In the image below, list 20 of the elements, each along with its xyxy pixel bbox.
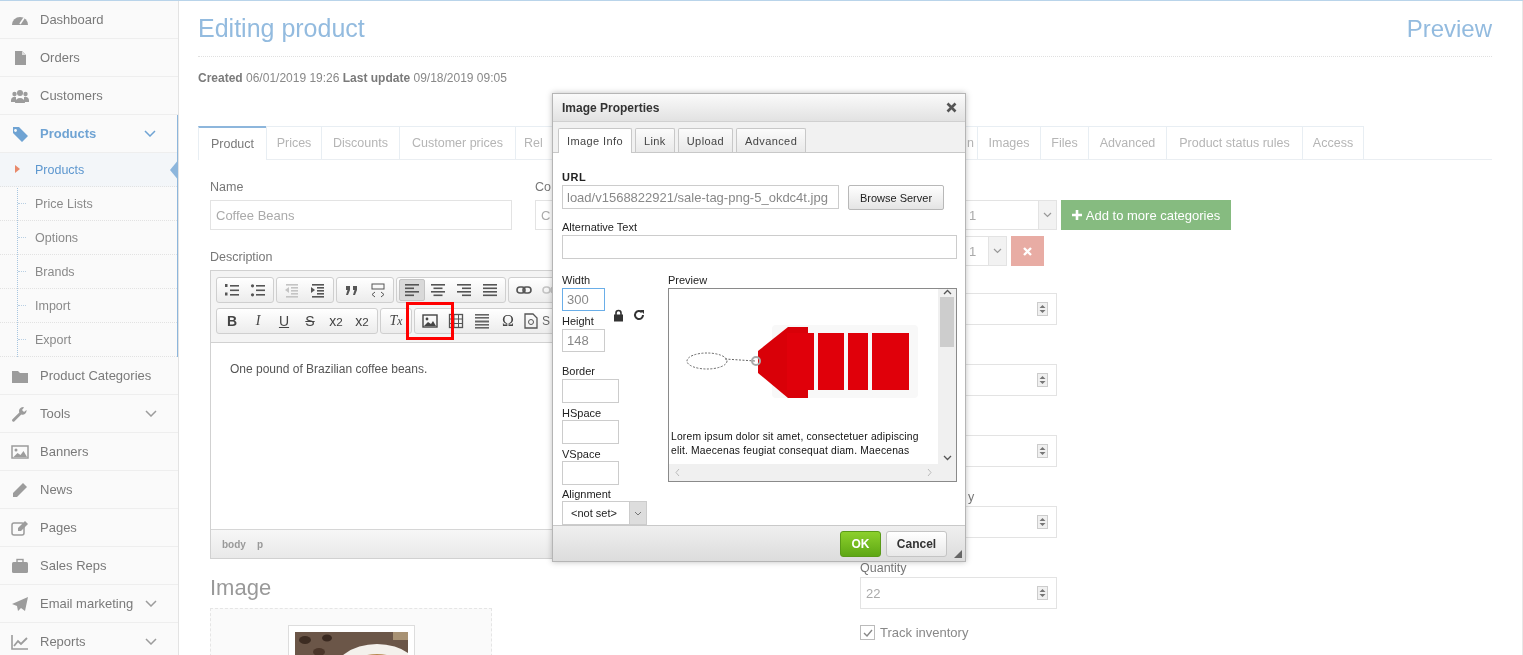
checkbox-label: Track inventory — [880, 625, 969, 640]
field-label: Alternative Text — [562, 221, 638, 234]
dialog-title: Image Properties — [562, 100, 660, 115]
section-heading: Image — [210, 575, 273, 601]
field-label: Preview — [668, 274, 709, 287]
field-label: Border — [562, 365, 597, 378]
field-label: y — [967, 490, 975, 504]
page-title: Editing product — [198, 14, 365, 43]
field-label: Name — [210, 179, 245, 196]
timestamps-text: Created 06/01/2019 19:26 Last update 09/18/2019 09:05 — [198, 71, 508, 85]
field-label: Co — [535, 179, 552, 196]
field-label: Quantity — [860, 561, 907, 575]
field-label: Width — [562, 274, 592, 287]
field-label: URL — [562, 171, 588, 184]
field-label: VSpace — [562, 448, 602, 461]
field-label: Height — [562, 315, 595, 328]
field-label: Alignment — [562, 488, 612, 501]
description-text: One pound of Brazilian coffee beans. — [230, 361, 428, 377]
field-label: HSpace — [562, 407, 603, 420]
field-label: Description — [210, 249, 274, 266]
